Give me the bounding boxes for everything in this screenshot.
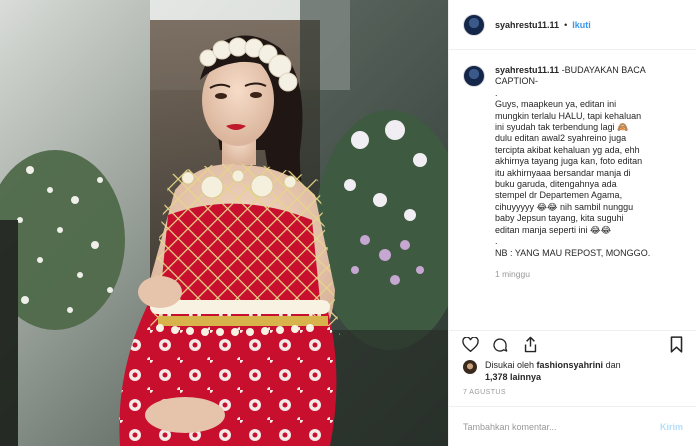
caption-line: tercipta akibat kehaluan yg ada, ehh [495, 144, 640, 155]
caption-line: -BUDAYAKAN BACA [561, 65, 646, 75]
post-photo[interactable] [0, 0, 448, 446]
heart-icon[interactable] [461, 336, 479, 354]
caption-line: dulu editan awal2 syahreino juga [495, 133, 627, 144]
post-side-panel: syahrestu11.11 • Ikuti syahrestu11.11 -B… [448, 0, 696, 446]
caption-line: cihuyyyyy 😂😂 nih sambil nunggu [495, 201, 634, 212]
liker-avatar[interactable] [463, 360, 477, 374]
caption: syahrestu11.11 -BUDAYAKAN BACA CAPTION- … [495, 65, 683, 323]
caption-line: baby Jepsun tayang, kita suguhi [495, 213, 624, 224]
post-header: syahrestu11.11 • Ikuti [449, 0, 696, 50]
caption-line: . [495, 236, 498, 247]
follow-button[interactable]: Ikuti [572, 20, 591, 30]
likes-prefix: Disukai oleh [485, 360, 535, 370]
post-comment-button[interactable]: Kirim [660, 422, 683, 432]
likes-count[interactable]: 1,378 lainnya [485, 372, 541, 382]
caption-timestamp[interactable]: 1 minggu [495, 269, 683, 280]
caption-line: stempel dr Departemen Agama, [495, 190, 623, 201]
action-bar [449, 330, 696, 358]
post-date[interactable]: 7 AGUSTUS [463, 389, 506, 396]
caption-line: NB : YANG MAU REPOST, MONGGO. [495, 247, 651, 258]
bookmark-icon[interactable] [667, 336, 685, 354]
caption-line: akhirnya tayang juga kan, foto editan [495, 156, 643, 167]
comment-icon[interactable] [491, 336, 509, 354]
caption-avatar[interactable] [463, 65, 485, 87]
caption-line: editan manja seperti ini 😂😂 [495, 224, 612, 235]
author-avatar[interactable] [463, 13, 485, 36]
caption-line: Guys, maapkeun ya, editan ini [495, 99, 617, 110]
caption-line: . [495, 87, 498, 98]
likes-text: Disukai oleh fashionsyahrini dan 1,378 l… [485, 360, 621, 383]
post-photo-image [0, 0, 448, 446]
caption-line: CAPTION- [495, 76, 539, 87]
caption-line: mungkin terlalu HALU, tapi kehaluan [495, 110, 642, 121]
liker-username[interactable]: fashionsyahrini [537, 360, 604, 370]
author-username[interactable]: syahrestu11.11 [495, 20, 559, 30]
caption-line: buku garuda, ditengahnya ada [495, 179, 617, 190]
caption-section: syahrestu11.11 -BUDAYAKAN BACA CAPTION- … [449, 51, 696, 323]
caption-line: ini syudah tak terbendung lagi 🙈 [495, 122, 629, 133]
header-separator-dot: • [564, 19, 568, 30]
share-icon[interactable] [521, 336, 539, 354]
likes-summary: Disukai oleh fashionsyahrini dan 1,378 l… [463, 360, 683, 383]
likes-and: dan [605, 360, 621, 370]
comment-bar: Kirim [449, 406, 696, 446]
caption-line: itu akhirnyaaa bersandar manja di [495, 167, 631, 178]
comment-input[interactable] [463, 421, 652, 432]
caption-username[interactable]: syahrestu11.11 [495, 65, 559, 75]
